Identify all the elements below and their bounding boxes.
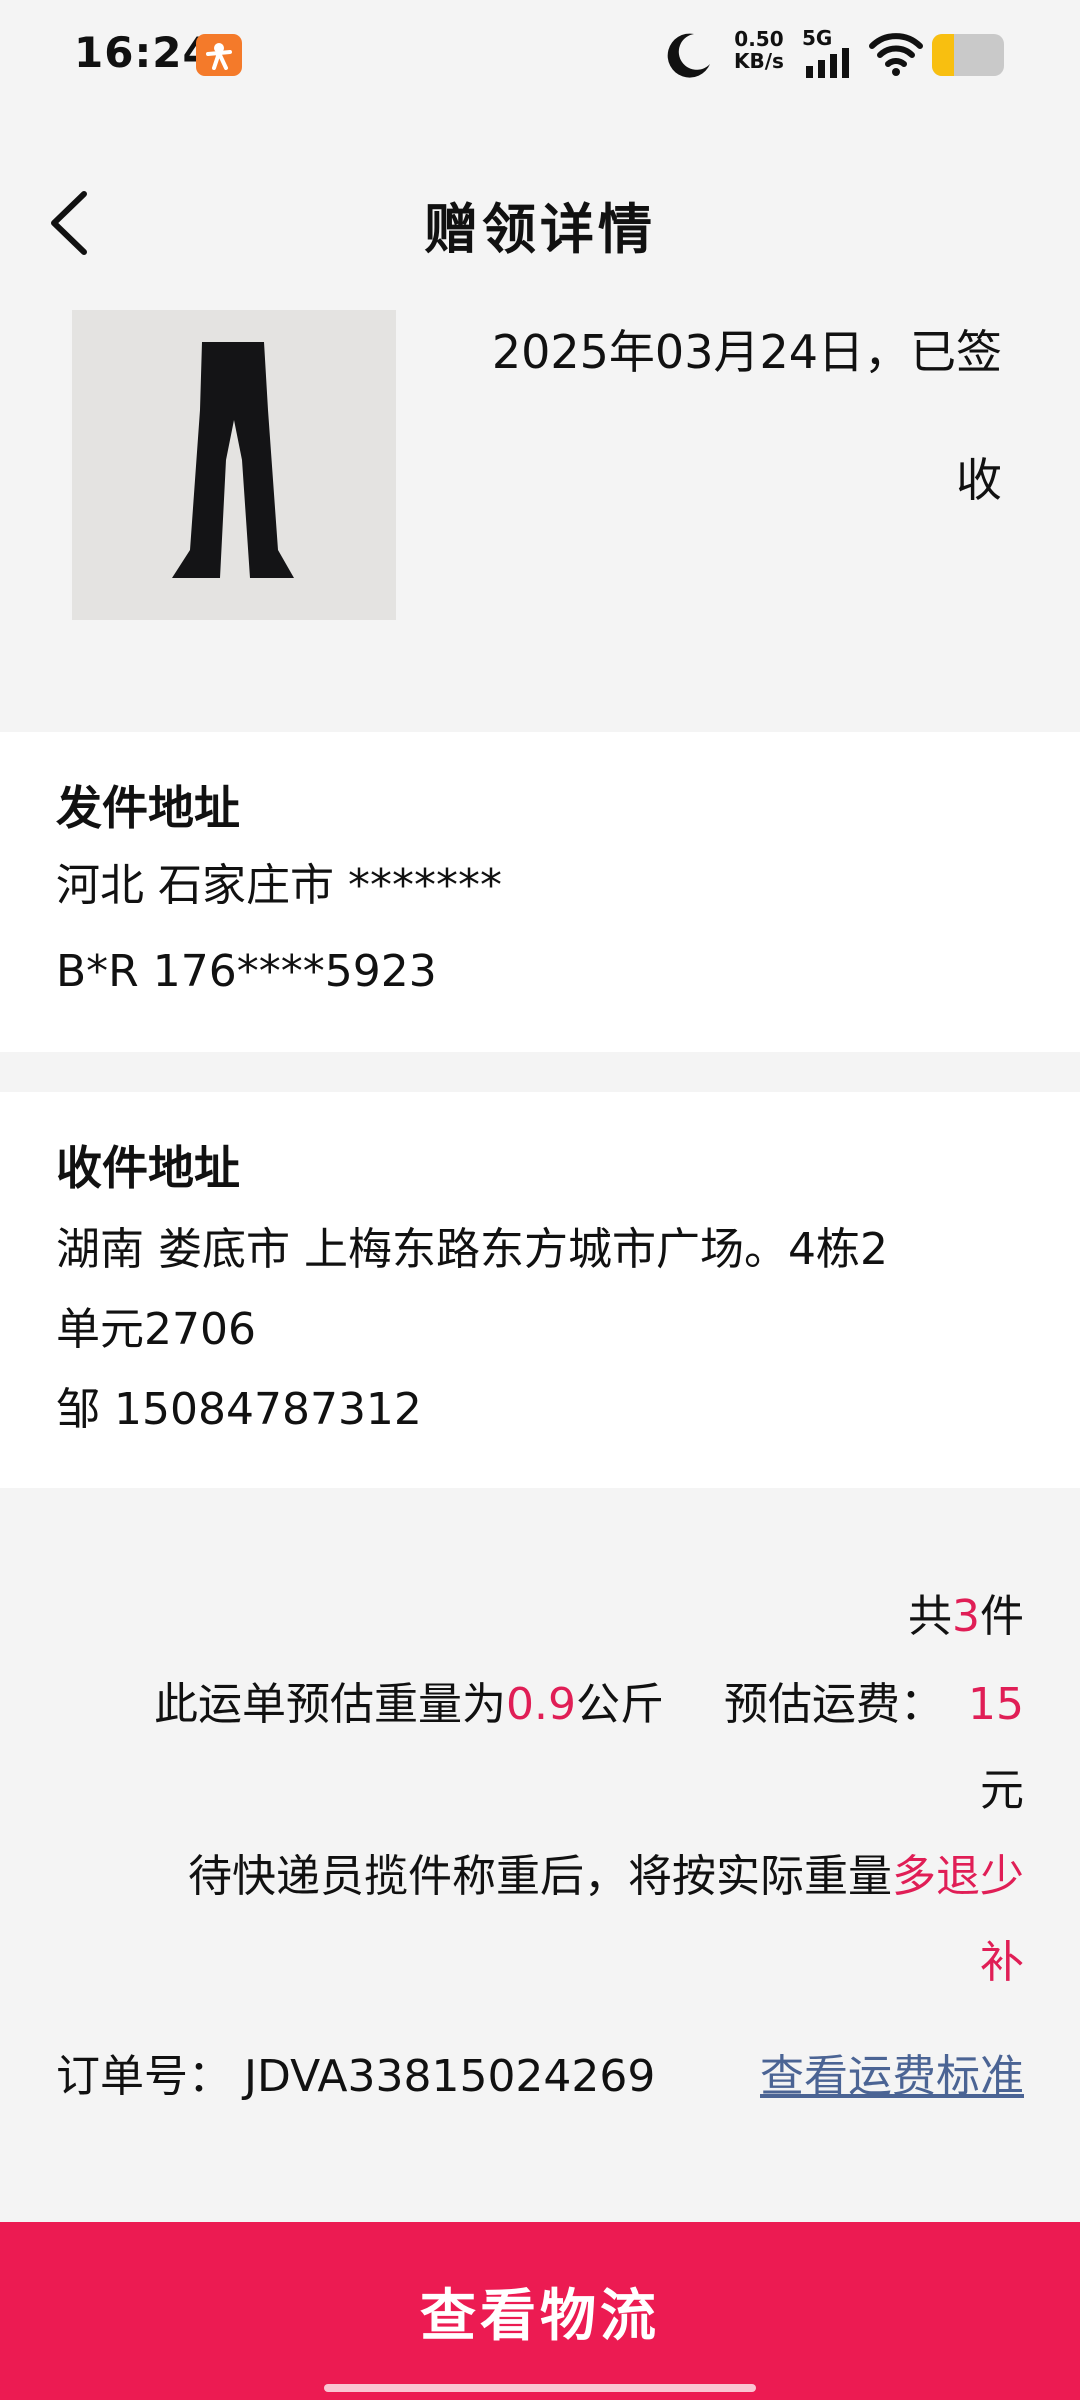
pants-image (72, 310, 396, 620)
network-speed: 0.50 KB/s (734, 28, 784, 72)
battery-level (932, 34, 954, 76)
sender-contact: B*R 176****5923 (56, 946, 437, 997)
order-number-label: 订单号： (56, 2051, 232, 2102)
product-image[interactable] (72, 310, 396, 620)
receiver-address-title: 收件地址 (56, 1141, 240, 1195)
item-count: 共3件 (908, 1580, 1024, 1644)
network-speed-unit: KB/s (734, 49, 784, 73)
battery-icon (932, 34, 1004, 76)
view-logistics-button[interactable]: 查看物流 (0, 2222, 1080, 2400)
item-count-suffix: 件 (980, 1591, 1024, 1642)
delivery-status-line1: 2025年03月24日，已签 (491, 325, 1002, 379)
sender-address: 河北 石家庄市 ******* (56, 860, 502, 911)
weight-note-highlight-end: 补 (980, 1937, 1024, 1988)
receiver-contact: 邹 15084787312 (56, 1384, 422, 1435)
delivery-status: 2025年03月24日，已签 收 (442, 305, 1002, 507)
weight-note-highlight: 多退少 (892, 1851, 1024, 1902)
order-number-value: JDVA33815024269 (244, 2051, 656, 2102)
network-speed-value: 0.50 (734, 27, 784, 51)
order-number: 订单号： JDVA33815024269 (56, 2040, 655, 2104)
weight-value: 0.9 (506, 1679, 576, 1730)
status-time: 16:24 (74, 28, 213, 77)
weight-note-text: 待快递员揽件称重后，将按实际重量 (188, 1851, 892, 1902)
fee-unit: 元 (980, 1765, 1024, 1816)
fee-label: 预估运费： (724, 1679, 944, 1730)
receiver-address-line2: 单元2706 (56, 1304, 256, 1355)
cellular-signal-icon: 5G (802, 28, 856, 82)
wifi-icon (868, 30, 924, 84)
receiver-address-line1: 湖南 娄底市 上梅东路东方城市广场。4栋2 (56, 1224, 888, 1275)
weight-prefix: 此运单预估重量为 (154, 1679, 507, 1730)
item-count-value: 3 (952, 1591, 980, 1642)
notification-app-icon (196, 34, 242, 76)
shipping-fee-standard-link[interactable]: 查看运费标准 (760, 2040, 1024, 2104)
weight-unit: 公斤 (576, 1679, 664, 1730)
page-title: 赠领详情 (424, 198, 656, 261)
weight-fee-line: 此运单预估重量为0.9公斤 预估运费： 15 (154, 1668, 1024, 1732)
weight-note: 待快递员揽件称重后，将按实际重量多退少 (188, 1840, 1024, 1904)
item-count-prefix: 共 (908, 1591, 952, 1642)
fee-value: 15 (968, 1679, 1024, 1730)
do-not-disturb-icon (664, 30, 714, 84)
delivery-status-line2: 收 (956, 453, 1002, 507)
sender-address-title: 发件地址 (56, 781, 240, 835)
home-indicator[interactable] (324, 2384, 756, 2392)
network-type: 5G (802, 26, 833, 50)
